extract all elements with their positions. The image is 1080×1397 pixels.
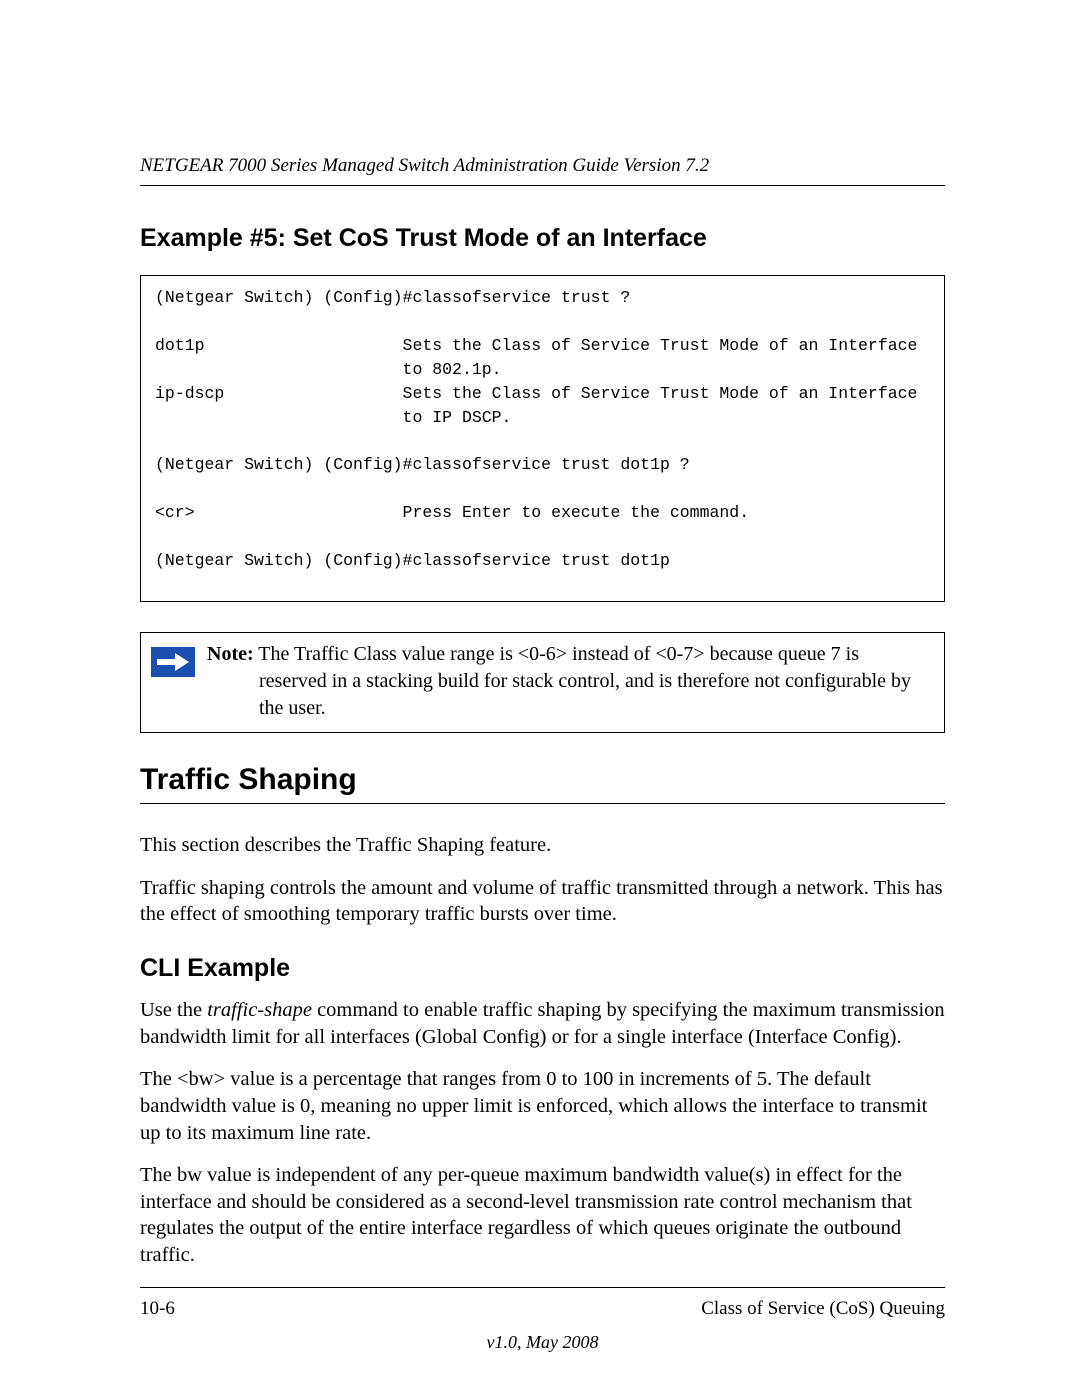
- paragraph: This section describes the Traffic Shapi…: [140, 832, 945, 859]
- note-content: Note: The Traffic Class value range is <…: [207, 641, 934, 722]
- page-number: 10-6: [140, 1298, 175, 1320]
- paragraph: The <bw> value is a percentage that rang…: [140, 1066, 945, 1146]
- arrow-right-icon: [151, 647, 195, 679]
- running-header: NETGEAR 7000 Series Managed Switch Admin…: [140, 155, 945, 186]
- paragraph: Use the traffic-shape command to enable …: [140, 997, 945, 1050]
- paragraph: Traffic shaping controls the amount and …: [140, 875, 945, 928]
- section-title: Class of Service (CoS) Queuing: [701, 1298, 945, 1320]
- command-name: traffic-shape: [207, 999, 312, 1021]
- note-text-line1: The Traffic Class value range is <0-6> i…: [254, 643, 859, 665]
- heading-cli-example: CLI Example: [140, 954, 945, 983]
- heading-example-5: Example #5: Set CoS Trust Mode of an Int…: [140, 224, 945, 253]
- doc-version: v1.0, May 2008: [140, 1332, 945, 1353]
- code-block-example-5: (Netgear Switch) (Config)#classofservice…: [140, 275, 945, 602]
- document-page: NETGEAR 7000 Series Managed Switch Admin…: [0, 0, 1080, 1353]
- paragraph: The bw value is independent of any per-q…: [140, 1162, 945, 1269]
- page-footer: 10-6 Class of Service (CoS) Queuing: [140, 1287, 945, 1320]
- note-label: Note:: [207, 643, 254, 665]
- heading-traffic-shaping: Traffic Shaping: [140, 763, 945, 804]
- note-text-rest: reserved in a stacking build for stack c…: [207, 668, 934, 722]
- note-box: Note: The Traffic Class value range is <…: [140, 632, 945, 733]
- text: Use the: [140, 999, 207, 1021]
